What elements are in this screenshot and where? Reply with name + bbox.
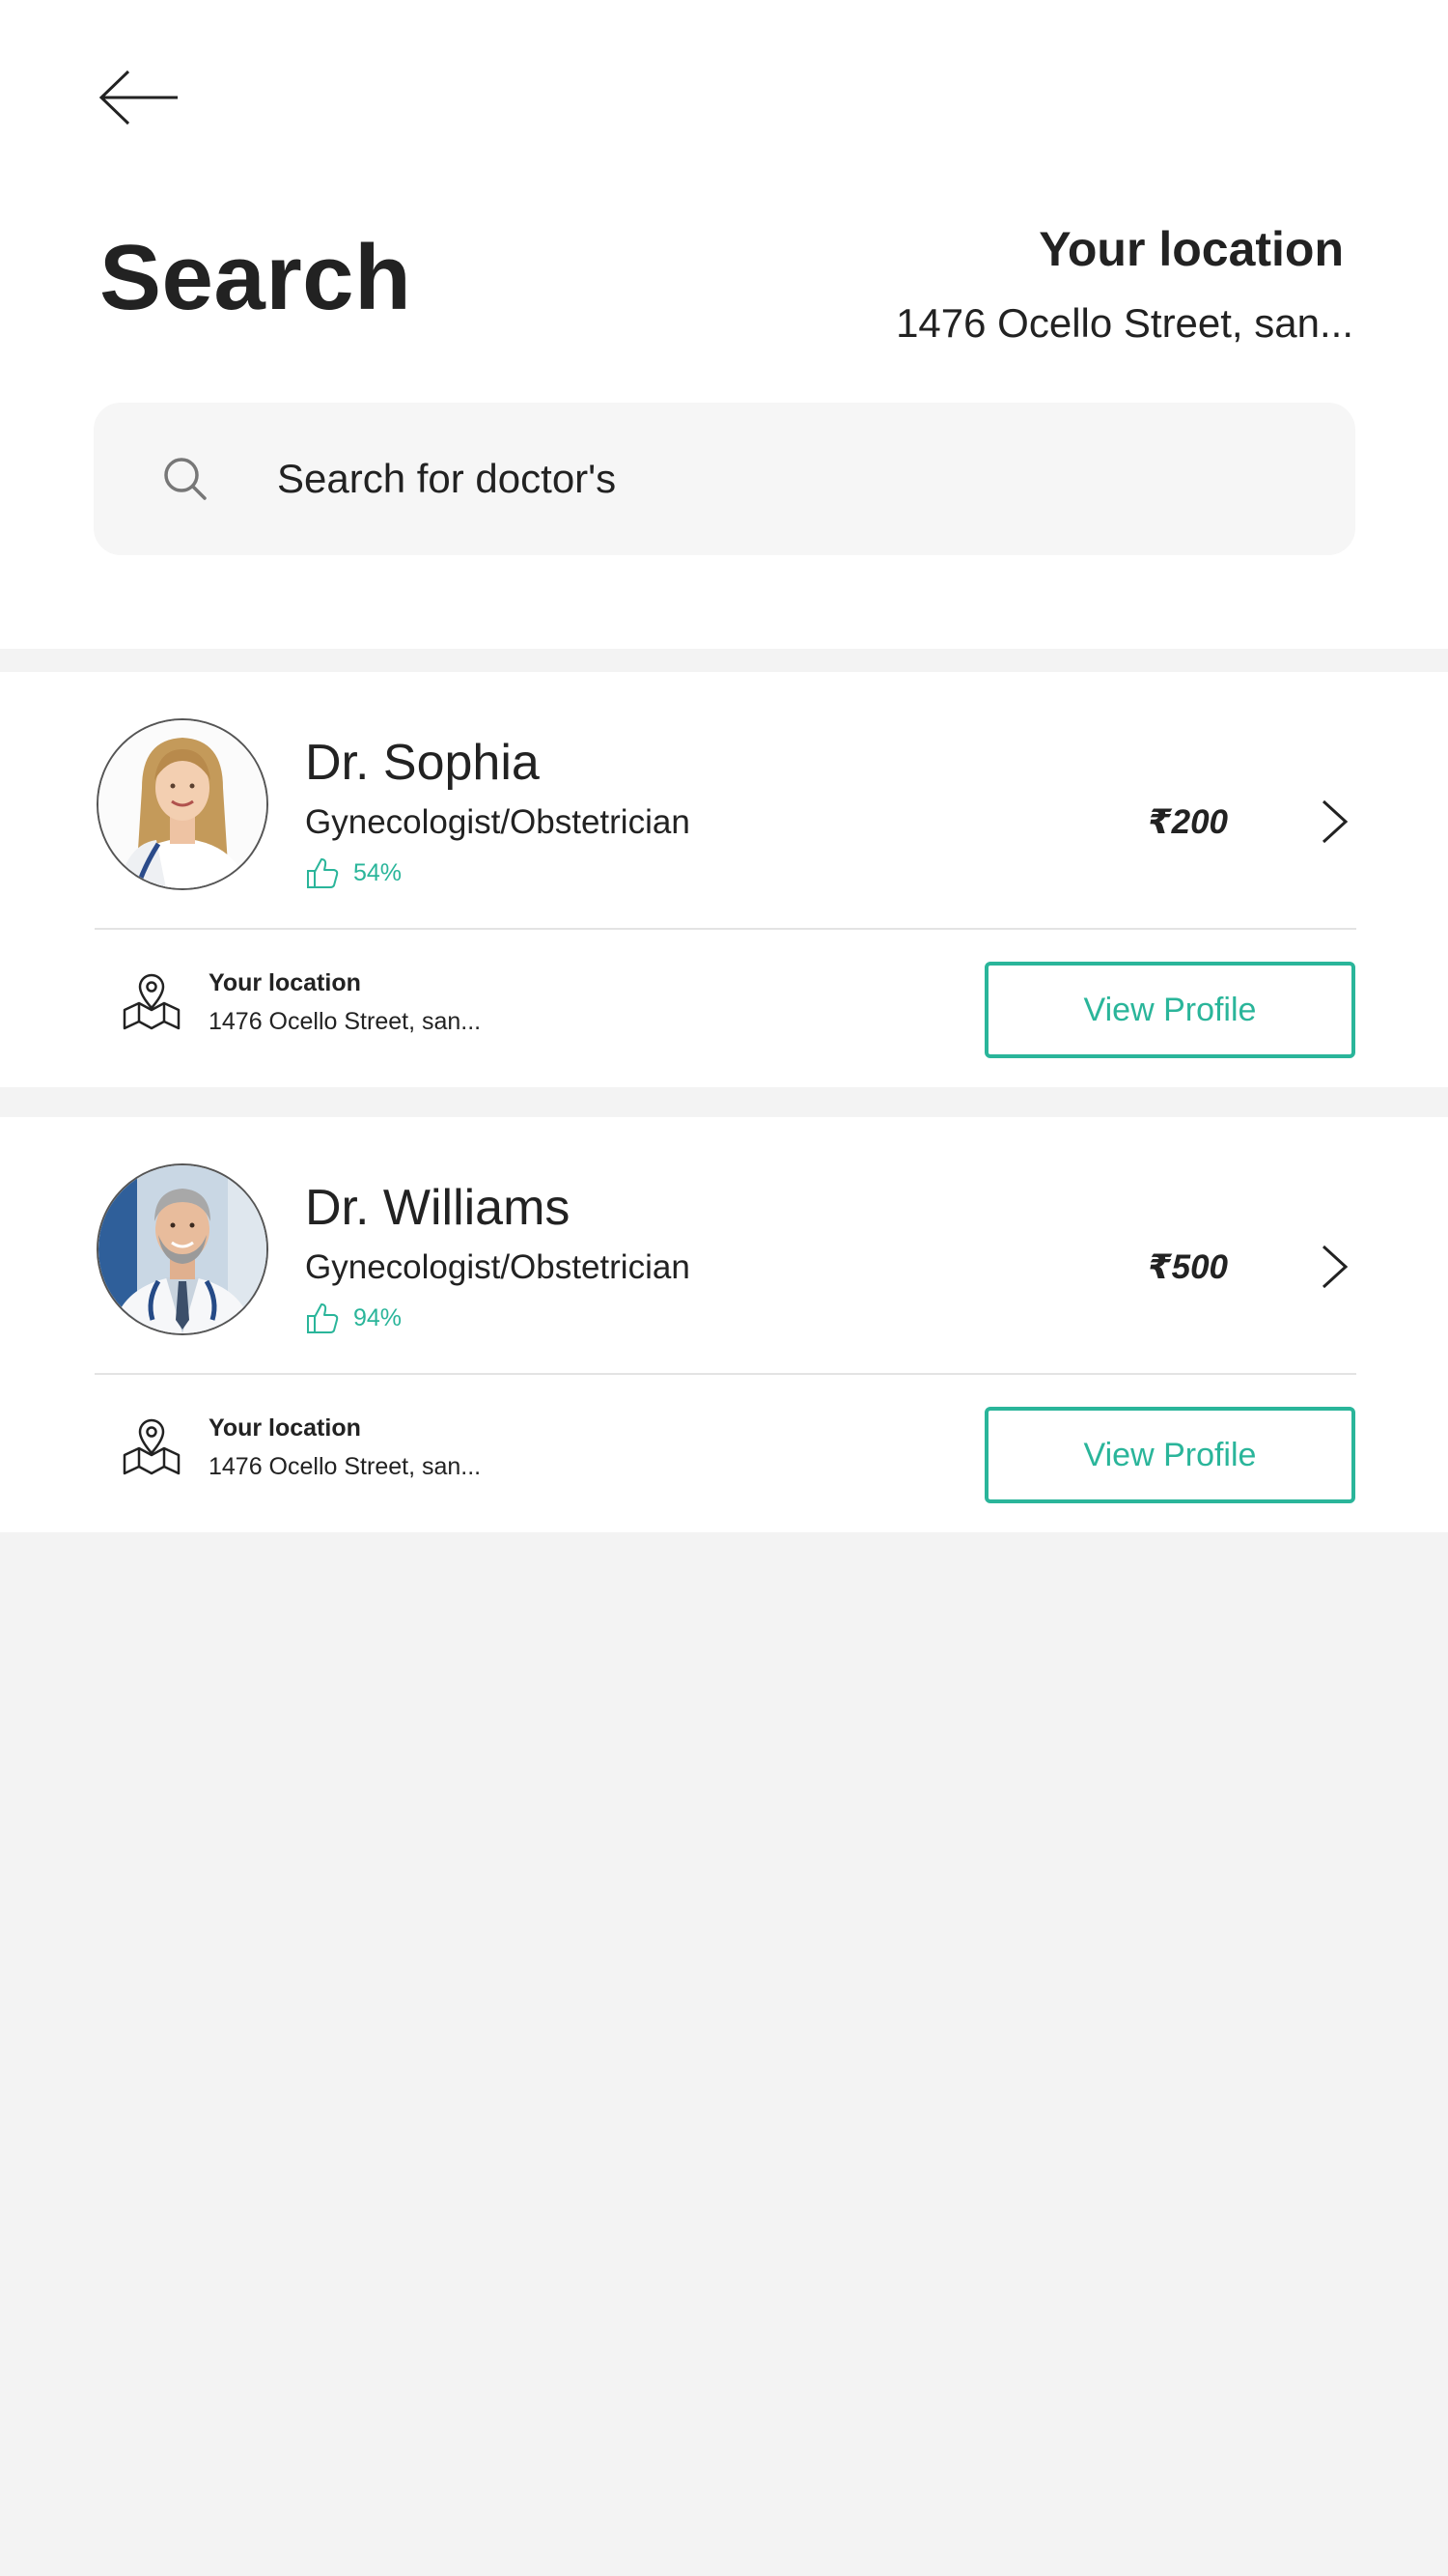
rating-value: 94% <box>353 1303 403 1331</box>
chevron-right-icon[interactable] <box>1319 1243 1351 1291</box>
doctor-card[interactable]: Dr. Sophia Gynecologist/Obstetrician 54%… <box>0 672 1448 1087</box>
rating: 94% <box>305 1301 402 1335</box>
card-location-title: Your location <box>209 1414 361 1442</box>
divider <box>95 928 1356 930</box>
rating-value: 54% <box>353 858 403 886</box>
page-title: Search <box>99 226 412 329</box>
consultation-price: ₹200 <box>1148 803 1228 841</box>
doctor-specialty: Gynecologist/Obstetrician <box>305 1248 690 1286</box>
divider <box>95 1373 1356 1375</box>
thumbs-up-icon <box>307 1303 339 1333</box>
search-input[interactable] <box>277 441 1300 517</box>
map-pin-icon <box>123 973 181 1030</box>
back-arrow-icon <box>98 70 178 126</box>
doctor-name[interactable]: Dr. Williams <box>305 1177 570 1239</box>
doctor-specialty: Gynecologist/Obstetrician <box>305 803 690 841</box>
view-profile-button[interactable]: View Profile <box>985 962 1355 1058</box>
avatar[interactable] <box>97 1163 268 1335</box>
doctor-card[interactable]: Dr. Williams Gynecologist/Obstetrician 9… <box>0 1117 1448 1532</box>
chevron-right-icon[interactable] <box>1319 798 1351 846</box>
back-button[interactable] <box>97 64 183 131</box>
consultation-price: ₹500 <box>1148 1248 1228 1286</box>
search-bar[interactable] <box>94 403 1355 555</box>
location-title: Your location <box>1039 222 1344 276</box>
doctor-name[interactable]: Dr. Sophia <box>305 732 540 794</box>
location-address[interactable]: 1476 Ocello Street, san... <box>896 296 1353 350</box>
card-location-address: 1476 Ocello Street, san... <box>209 1008 482 1035</box>
card-location-title: Your location <box>209 969 361 996</box>
header: Search Your location 1476 Ocello Street,… <box>0 0 1448 649</box>
rating: 54% <box>305 855 402 890</box>
avatar[interactable] <box>97 718 268 890</box>
card-location-address: 1476 Ocello Street, san... <box>209 1453 482 1480</box>
map-pin-icon <box>123 1418 181 1475</box>
search-icon <box>164 458 207 500</box>
view-profile-button[interactable]: View Profile <box>985 1407 1355 1503</box>
thumbs-up-icon <box>307 858 339 888</box>
